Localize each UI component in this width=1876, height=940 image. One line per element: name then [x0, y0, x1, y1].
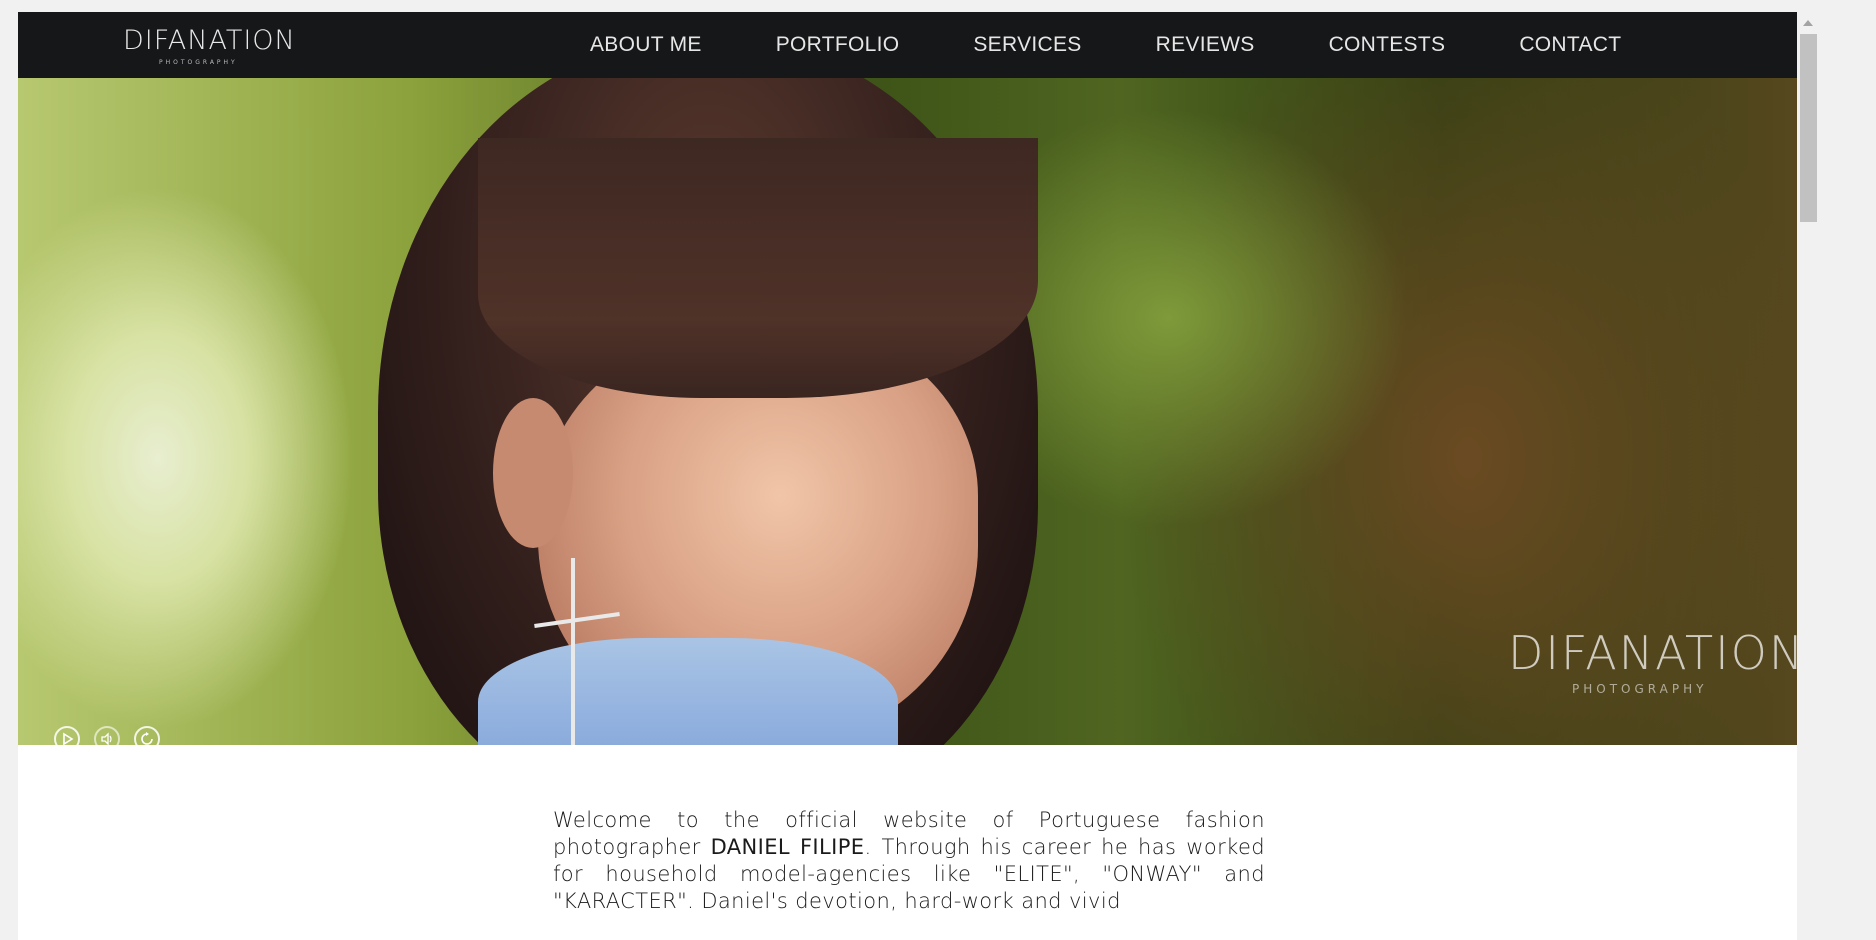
intro-paragraph: Welcome to the official website of Portu…: [553, 807, 1265, 915]
hero-subject-ear: [493, 398, 573, 548]
nav-item-reviews[interactable]: REVIEWS: [1156, 33, 1255, 57]
photographer-name: DANIEL FILIPE: [710, 835, 865, 859]
main-nav: ABOUT ME PORTFOLIO SERVICES REVIEWS CONT…: [590, 12, 1621, 78]
volume-icon[interactable]: [94, 726, 120, 745]
nav-item-services[interactable]: SERVICES: [973, 33, 1081, 57]
nav-item-contact[interactable]: CONTACT: [1519, 33, 1621, 57]
hero-subject-collar: [478, 638, 898, 745]
navbar: DIFANATION PHOTOGRAPHY ABOUT ME PORTFOLI…: [18, 12, 1797, 78]
cross-earring: [571, 558, 575, 745]
brand-logo-tagline: PHOTOGRAPHY: [159, 59, 238, 66]
replay-icon[interactable]: [134, 726, 160, 745]
hero-watermark: DIFANATION PHOTOGRAPHY: [1508, 628, 1797, 708]
scrollbar-thumb[interactable]: [1800, 34, 1817, 222]
nav-item-contests[interactable]: CONTESTS: [1329, 33, 1446, 57]
hero-video[interactable]: DIFANATION PHOTOGRAPHY: [18, 78, 1797, 745]
hero-subject-bangs: [478, 138, 1038, 398]
brand-logo-name: DIFANATION: [123, 25, 296, 56]
scroll-up-arrow-icon[interactable]: [1797, 12, 1819, 34]
nav-item-portfolio[interactable]: PORTFOLIO: [776, 33, 900, 57]
play-icon[interactable]: [54, 726, 80, 745]
brand-logo[interactable]: DIFANATION PHOTOGRAPHY: [123, 26, 295, 70]
page: DIFANATION PHOTOGRAPHY ABOUT ME PORTFOLI…: [18, 12, 1797, 940]
watermark-name: DIFANATION: [1508, 626, 1797, 680]
nav-item-about-me[interactable]: ABOUT ME: [590, 33, 702, 57]
watermark-tagline: PHOTOGRAPHY: [1572, 682, 1708, 696]
video-controls: [54, 726, 160, 745]
